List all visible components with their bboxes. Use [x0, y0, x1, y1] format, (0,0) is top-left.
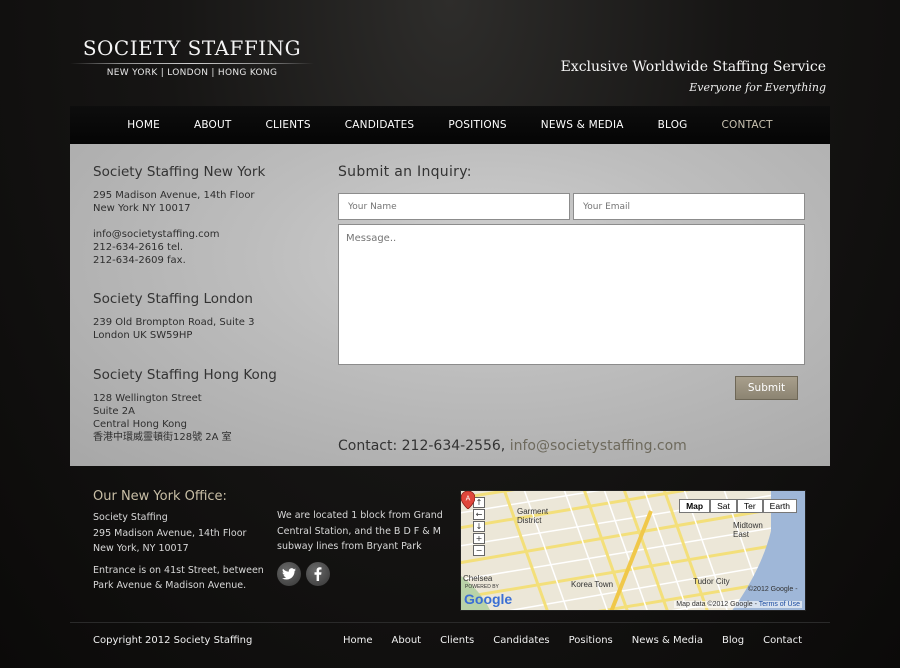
terms-link[interactable]: Terms of Use — [759, 601, 800, 608]
office-title: Society Staffing New York — [93, 164, 266, 180]
map-copyright: Map data ©2012 Google - Terms of Use — [674, 601, 802, 608]
inquiry-form: Submit an Inquiry: Submit — [338, 164, 805, 400]
nav-news-media[interactable]: NEWS & MEDIA — [541, 119, 624, 131]
office-address: London UK SW59HP — [93, 330, 193, 341]
office-email-link[interactable]: info@societystaffing.com — [93, 228, 265, 241]
submit-button[interactable]: Submit — [735, 376, 798, 400]
email-input[interactable] — [573, 193, 805, 220]
inquiry-title: Submit an Inquiry: — [338, 164, 472, 180]
map-type-ter[interactable]: Ter — [736, 499, 763, 513]
footer-nav-contact[interactable]: Contact — [763, 635, 802, 646]
social-links — [277, 562, 330, 586]
office-hong-kong: Society Staffing Hong Kong 128 Wellingto… — [93, 367, 277, 444]
map-label: Korea Town — [571, 580, 614, 589]
contact-phone: Contact: 212-634-2556, — [338, 438, 506, 454]
pan-down-icon[interactable]: ↓ — [473, 521, 485, 532]
footer-entrance: Park Avenue & Madison Avenue. — [93, 580, 247, 591]
map-type-earth[interactable]: Earth — [762, 499, 797, 513]
footer-location-line: Central Station, and the B D F & M — [277, 525, 441, 537]
footer-divider — [70, 622, 830, 623]
page: SOCIETY STAFFING NEW YORK | LONDON | HON… — [0, 0, 900, 668]
map-label: Chelsea — [463, 574, 493, 583]
office-tel: 212-634-2616 tel. — [93, 242, 184, 253]
map-copyright-corner: ©2012 Google - — [748, 586, 798, 593]
powered-by: POWERED BY — [465, 584, 499, 590]
footer-location-line: We are located 1 block from Grand — [277, 510, 443, 521]
map-label: Garment District — [517, 507, 549, 525]
map-controls: ↑ ← ↓ + − — [473, 497, 487, 557]
copyright: Copyright 2012 Society Staffing — [93, 635, 253, 646]
office-address-chinese: 香港中環威靈頓街128號 2A 室 — [93, 432, 232, 443]
office-title: Society Staffing London — [93, 291, 253, 307]
logo[interactable]: SOCIETY STAFFING NEW YORK | LONDON | HON… — [70, 36, 314, 78]
office-title: Society Staffing Hong Kong — [93, 367, 277, 383]
office-address: 128 Wellington Street — [93, 393, 202, 404]
contact-panel: Society Staffing New York 295 Madison Av… — [70, 144, 830, 466]
nav-contact[interactable]: CONTACT — [722, 119, 773, 131]
facebook-icon[interactable] — [306, 562, 330, 586]
logo-subtitle: NEW YORK | LONDON | HONG KONG — [106, 68, 278, 78]
footer-location-line: subway lines from Bryant Park — [277, 541, 422, 552]
zoom-out-icon[interactable]: − — [473, 545, 485, 556]
map-type-sat[interactable]: Sat — [710, 499, 737, 513]
nav-positions[interactable]: POSITIONS — [448, 119, 506, 131]
google-map[interactable]: ↑ ← ↓ + − Map Sat Ter Earth Garment Dist… — [460, 490, 806, 611]
twitter-icon[interactable] — [277, 562, 301, 586]
map-pin-icon[interactable]: A — [461, 491, 475, 509]
office-address: Central Hong Kong — [93, 419, 187, 430]
footer-office-title: Our New York Office: — [93, 489, 227, 504]
footer-nav-clients[interactable]: Clients — [440, 635, 474, 646]
tagline: Exclusive Worldwide Staffing Service Eve… — [561, 59, 826, 94]
office-address: New York NY 10017 — [93, 203, 191, 214]
nav-about[interactable]: ABOUT — [194, 119, 232, 131]
map-type-switcher: Map Sat Ter Earth — [679, 499, 797, 513]
footer-office-line: New York, NY 10017 — [93, 543, 189, 554]
zoom-in-icon[interactable]: + — [473, 533, 485, 544]
footer-nav-positions[interactable]: Positions — [569, 635, 613, 646]
logo-divider — [70, 63, 314, 64]
office-address: 239 Old Brompton Road, Suite 3 — [93, 317, 255, 328]
map-pin-letter: A — [466, 496, 471, 503]
footer-nav-blog[interactable]: Blog — [722, 635, 744, 646]
nav-home[interactable]: HOME — [127, 119, 160, 131]
office-address: Suite 2A — [93, 406, 135, 417]
google-logo: Google — [464, 591, 513, 607]
footer-office-line: 295 Madison Avenue, 14th Floor — [93, 527, 247, 539]
tagline-sub: Everyone for Everything — [689, 81, 826, 94]
footer-nav-candidates[interactable]: Candidates — [493, 635, 549, 646]
office-fax: 212-634-2609 fax. — [93, 255, 186, 266]
map-type-map[interactable]: Map — [679, 499, 711, 513]
footer-office-line: Society Staffing — [93, 512, 168, 523]
logo-title: SOCIETY STAFFING — [82, 36, 302, 60]
name-input[interactable] — [338, 193, 570, 220]
footer-location: We are located 1 block from Grand Centra… — [277, 508, 443, 555]
office-new-york: Society Staffing New York 295 Madison Av… — [93, 164, 265, 267]
contact-email-link[interactable]: info@societystaffing.com — [510, 438, 687, 454]
nav-candidates[interactable]: CANDIDATES — [345, 119, 415, 131]
nav-clients[interactable]: CLIENTS — [266, 119, 311, 131]
footer-entrance: Entrance is on 41st Street, between — [93, 564, 264, 576]
footer-nav-home[interactable]: Home — [343, 635, 373, 646]
map-label: Midtown East — [733, 521, 763, 539]
footer-office: Our New York Office: Society Staffing 29… — [93, 489, 264, 594]
footer-nav: Home About Clients Candidates Positions … — [343, 635, 802, 646]
office-london: Society Staffing London 239 Old Brompton… — [93, 291, 254, 342]
main-nav: HOME ABOUT CLIENTS CANDIDATES POSITIONS … — [70, 106, 830, 144]
tagline-main: Exclusive Worldwide Staffing Service — [560, 59, 826, 75]
footer-nav-news-media[interactable]: News & Media — [632, 635, 703, 646]
contact-line: Contact: 212-634-2556, info@societystaff… — [338, 438, 687, 454]
pan-left-icon[interactable]: ← — [473, 509, 485, 520]
message-textarea[interactable] — [338, 224, 805, 365]
footer-nav-about[interactable]: About — [392, 635, 422, 646]
map-label: Tudor City — [693, 577, 730, 586]
nav-blog[interactable]: BLOG — [658, 119, 688, 131]
office-address: 295 Madison Avenue, 14th Floor — [93, 190, 255, 201]
